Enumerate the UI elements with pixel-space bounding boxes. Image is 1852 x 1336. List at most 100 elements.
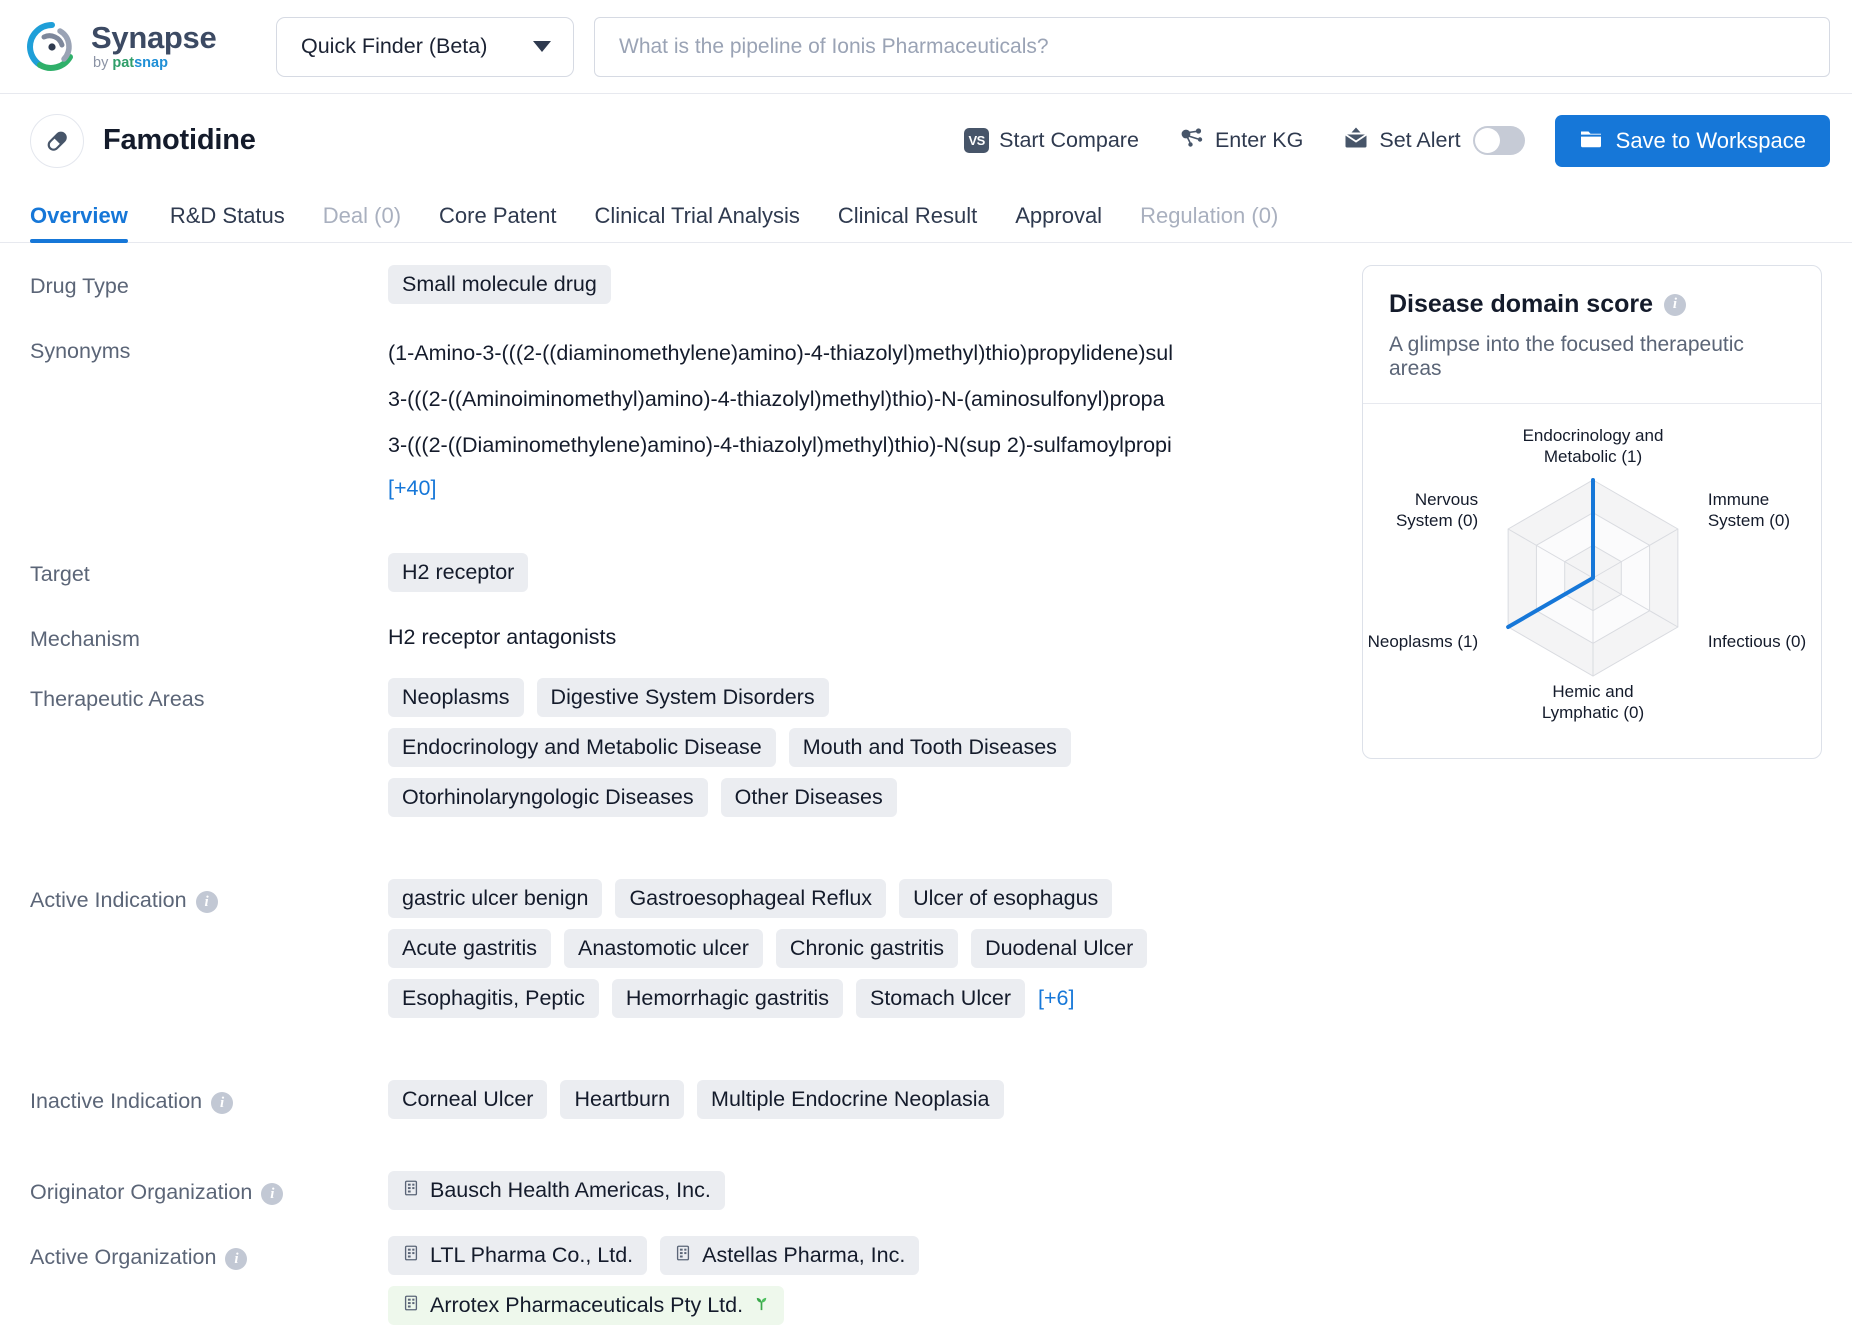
- chip[interactable]: H2 receptor: [388, 553, 529, 592]
- synonyms-more-link[interactable]: [+40]: [388, 476, 1342, 501]
- chip[interactable]: Hemorrhagic gastritis: [611, 979, 843, 1018]
- organization-chip[interactable]: Bausch Health Americas, Inc.: [388, 1171, 725, 1210]
- field-value: (1-Amino-3-(((2-((diaminomethylene)amino…: [388, 330, 1342, 501]
- chip[interactable]: Endocrinology and Metabolic Disease: [388, 728, 776, 767]
- chip[interactable]: gastric ulcer benign: [388, 879, 603, 918]
- info-icon[interactable]: i: [261, 1183, 284, 1205]
- chip[interactable]: Multiple Endocrine Neoplasia: [697, 1080, 1004, 1119]
- chip[interactable]: Other Diseases: [720, 778, 897, 817]
- building-icon: [674, 1243, 692, 1268]
- chip[interactable]: Chronic gastritis: [775, 929, 959, 968]
- field-originator-organization: Originator Organization i Bausch Health …: [30, 1171, 1342, 1210]
- field-mechanism: Mechanism H2 receptor antagonists: [30, 618, 1342, 652]
- chip[interactable]: Mouth and Tooth Diseases: [788, 728, 1071, 767]
- radar-axis-label: Endocrinology and Metabolic (1): [1522, 426, 1663, 466]
- tab-bar: Overview R&D Status Deal (0) Core Patent…: [0, 187, 1852, 243]
- chip[interactable]: Digestive System Disorders: [536, 678, 829, 717]
- brand-text: Synapse by patsnap: [91, 22, 217, 71]
- active-indication-more-link[interactable]: [+6]: [1038, 986, 1074, 1011]
- pill-icon: [30, 113, 84, 168]
- chip[interactable]: Small molecule drug: [388, 265, 611, 304]
- field-label-text: Inactive Indication: [30, 1089, 203, 1113]
- chip[interactable]: Otorhinolaryngologic Diseases: [388, 778, 708, 817]
- field-label: Mechanism: [30, 627, 140, 651]
- search-bar[interactable]: [594, 16, 1830, 77]
- chip[interactable]: Stomach Ulcer: [855, 979, 1025, 1018]
- originator-org-chips: Bausch Health Americas, Inc.: [388, 1171, 1342, 1210]
- tab-overview[interactable]: Overview: [30, 203, 147, 243]
- save-to-workspace-label: Save to Workspace: [1615, 127, 1806, 153]
- building-icon: [402, 1178, 420, 1203]
- field-value: Corneal Ulcer Heartburn Multiple Endocri…: [388, 1080, 1342, 1119]
- chip[interactable]: Corneal Ulcer: [388, 1080, 548, 1119]
- field-label: Inactive Indication i: [30, 1080, 388, 1119]
- field-label: Synonyms: [30, 339, 131, 363]
- chip[interactable]: Acute gastritis: [388, 929, 552, 968]
- target-chips: H2 receptor: [388, 553, 1342, 592]
- set-alert-label: Set Alert: [1379, 128, 1461, 152]
- chip[interactable]: Esophagitis, Peptic: [388, 979, 599, 1018]
- tab-approval[interactable]: Approval: [996, 203, 1121, 242]
- info-icon[interactable]: i: [225, 1248, 248, 1270]
- mechanism-value: H2 receptor antagonists: [388, 625, 617, 649]
- field-target: Target H2 receptor: [30, 553, 1342, 592]
- header-actions: VS Start Compare Enter KG Set Alert Save…: [964, 114, 1830, 167]
- page-title: Famotidine: [103, 124, 256, 156]
- chip[interactable]: Gastroesophageal Reflux: [615, 879, 887, 918]
- search-input[interactable]: [617, 17, 1807, 76]
- overview-content: Drug Type Small molecule drug Synonyms (…: [0, 243, 1852, 1325]
- field-label-text: Active Organization: [30, 1245, 217, 1269]
- field-active-indication: Active Indication i gastric ulcer benign…: [30, 879, 1342, 1018]
- tab-core-patent[interactable]: Core Patent: [420, 203, 575, 242]
- card-title: Disease domain score i: [1389, 290, 1795, 319]
- quick-finder-dropdown[interactable]: Quick Finder (Beta): [276, 16, 574, 77]
- active-org-chips: LTL Pharma Co., Ltd. Astellas Pharma, In…: [388, 1236, 1088, 1325]
- field-therapeutic-areas: Therapeutic Areas Neoplasms Digestive Sy…: [30, 678, 1342, 817]
- tab-clinical-trial-analysis[interactable]: Clinical Trial Analysis: [575, 203, 818, 242]
- info-icon[interactable]: i: [211, 1092, 234, 1114]
- quick-finder-label: Quick Finder (Beta): [301, 34, 488, 58]
- field-label: Therapeutic Areas: [30, 687, 205, 711]
- card-header: Disease domain score i A glimpse into th…: [1363, 266, 1821, 404]
- enter-kg-label: Enter KG: [1214, 128, 1304, 152]
- tab-clinical-result-label: Clinical Result: [837, 203, 978, 228]
- field-label-text: Active Indication: [30, 888, 187, 912]
- tab-core-patent-label: Core Patent: [439, 203, 557, 228]
- field-label: Target: [30, 562, 90, 586]
- tab-regulation[interactable]: Regulation (0): [1121, 203, 1297, 242]
- alert-envelope-icon: [1343, 125, 1369, 157]
- set-alert-button[interactable]: Set Alert: [1343, 125, 1461, 157]
- synonym-line: 3-(((2-((Diaminomethylene)amino)-4-thiaz…: [388, 433, 1172, 457]
- tab-deal[interactable]: Deal (0): [304, 203, 420, 242]
- organization-chip[interactable]: Arrotex Pharmaceuticals Pty Ltd.: [388, 1286, 785, 1325]
- sprout-icon: [753, 1293, 770, 1318]
- start-compare-button[interactable]: VS Start Compare: [964, 128, 1139, 153]
- building-icon: [402, 1293, 420, 1318]
- enter-kg-button[interactable]: Enter KG: [1179, 125, 1303, 157]
- organization-name: Bausch Health Americas, Inc.: [430, 1178, 711, 1202]
- tab-clinical-result[interactable]: Clinical Result: [819, 203, 996, 242]
- field-label-text: Originator Organization: [30, 1180, 253, 1204]
- disease-domain-score-card: Disease domain score i A glimpse into th…: [1362, 265, 1822, 759]
- brand-logo-group[interactable]: Synapse by patsnap: [26, 21, 276, 73]
- organization-chip[interactable]: LTL Pharma Co., Ltd.: [388, 1236, 648, 1275]
- chip[interactable]: Neoplasms: [388, 678, 524, 717]
- start-compare-label: Start Compare: [999, 128, 1139, 152]
- field-value: Small molecule drug: [388, 265, 1342, 304]
- set-alert-toggle[interactable]: [1472, 126, 1525, 155]
- drug-header: Famotidine VS Start Compare Enter KG Set…: [0, 94, 1852, 187]
- organization-name: Arrotex Pharmaceuticals Pty Ltd.: [430, 1293, 744, 1317]
- field-synonyms: Synonyms (1-Amino-3-(((2-((diaminomethyl…: [30, 330, 1342, 501]
- info-icon[interactable]: i: [1664, 293, 1687, 316]
- chip[interactable]: Anastomotic ulcer: [564, 929, 763, 968]
- chip[interactable]: Ulcer of esophagus: [899, 879, 1113, 918]
- info-icon[interactable]: i: [195, 891, 218, 913]
- organization-chip[interactable]: Astellas Pharma, Inc.: [660, 1236, 920, 1275]
- field-value: LTL Pharma Co., Ltd. Astellas Pharma, In…: [388, 1236, 1342, 1325]
- tab-rd-status[interactable]: R&D Status: [151, 203, 304, 242]
- synonym-line: 3-(((2-((Aminoiminomethyl)amino)-4-thiaz…: [388, 387, 1165, 411]
- save-to-workspace-button[interactable]: Save to Workspace: [1554, 114, 1830, 167]
- field-value: Neoplasms Digestive System Disorders End…: [388, 678, 1342, 817]
- chip[interactable]: Duodenal Ulcer: [971, 929, 1148, 968]
- chip[interactable]: Heartburn: [560, 1080, 685, 1119]
